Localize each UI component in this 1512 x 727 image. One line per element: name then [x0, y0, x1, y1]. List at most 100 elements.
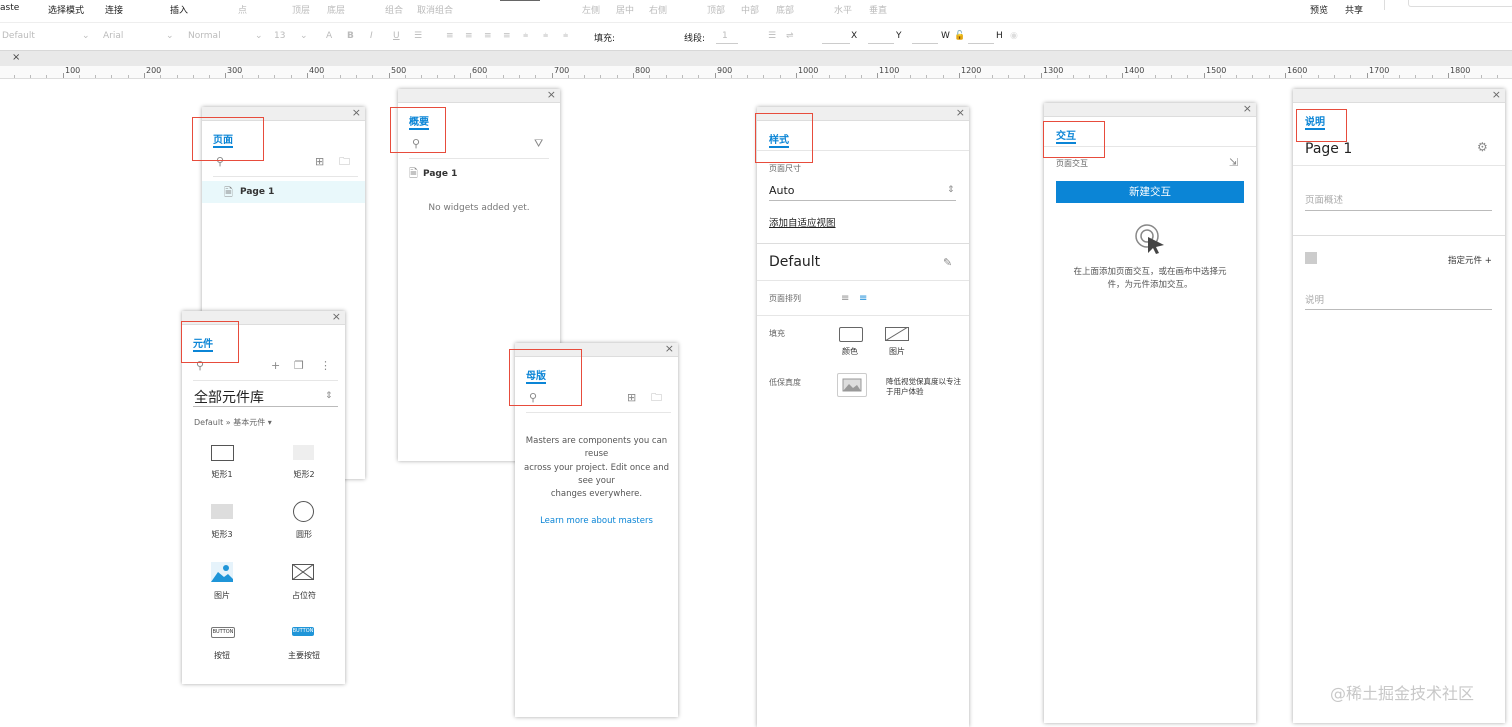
align-center-button[interactable]: 居中 — [616, 3, 634, 16]
style-select[interactable]: Default — [2, 31, 35, 41]
page-size-select[interactable]: Auto — [769, 184, 795, 197]
button-icon[interactable]: BUTTON — [211, 627, 235, 638]
note-color-swatch[interactable] — [1305, 252, 1317, 264]
tab-pages[interactable]: 页面 — [213, 131, 233, 146]
library-select[interactable]: 全部元件库 — [194, 387, 264, 407]
close-tab-icon[interactable]: × — [12, 52, 20, 63]
add-folder-icon[interactable]: 🗀 — [651, 392, 662, 403]
close-icon[interactable]: × — [1492, 88, 1501, 101]
widgets-panel-titlebar[interactable]: × — [182, 310, 345, 325]
stroke-arrow-icon[interactable]: ⇌ — [786, 31, 794, 41]
valign-top-icon[interactable]: ⩧ — [523, 31, 528, 41]
style-select-chevron-icon[interactable]: ⌄ — [82, 31, 90, 41]
assign-widget-button[interactable]: 指定元件 + — [1448, 254, 1492, 266]
edit-style-icon[interactable]: ✎ — [943, 257, 952, 268]
h-input[interactable] — [968, 43, 994, 44]
rectangle1-icon[interactable] — [211, 445, 234, 461]
circle-icon[interactable] — [293, 501, 314, 522]
align-left-icon[interactable]: ≡ — [841, 293, 849, 304]
pages-panel-titlebar[interactable]: × — [202, 106, 365, 121]
add-master-icon[interactable]: ⊞ — [627, 392, 636, 403]
placeholder-icon[interactable] — [291, 563, 315, 581]
close-icon[interactable]: × — [332, 310, 341, 323]
point-button[interactable]: 点 — [238, 3, 247, 16]
italic-icon[interactable]: I — [370, 31, 373, 41]
font-select-chevron-icon[interactable]: ⌄ — [166, 31, 174, 41]
list-icon[interactable]: ☰ — [414, 31, 422, 41]
filter-icon[interactable]: ⛛ — [534, 138, 543, 149]
list-item-page-1[interactable]: 🗎 Page 1 — [202, 181, 365, 203]
group-button[interactable]: 组合 — [385, 3, 403, 16]
font-size-chevron-icon[interactable]: ⌄ — [300, 31, 308, 41]
valign-bottom-icon[interactable]: ⩧ — [563, 31, 568, 41]
notes-field[interactable]: 说明 — [1305, 292, 1324, 306]
add-adaptive-view-link[interactable]: 添加自适应视图 — [769, 215, 836, 229]
valign-middle-icon[interactable]: ⩧ — [543, 31, 548, 41]
insert-button[interactable]: 插入 — [170, 3, 188, 16]
page-summary-field[interactable]: 页面概述 — [1305, 192, 1343, 206]
align-bottom-button[interactable]: 底部 — [776, 3, 794, 16]
rectangle2-icon[interactable] — [293, 445, 314, 460]
font-color-icon[interactable]: A — [326, 31, 332, 41]
text-align-left-icon[interactable]: ≡ — [446, 31, 454, 41]
underline-icon[interactable]: U — [393, 31, 400, 41]
rectangle3-icon[interactable] — [211, 504, 233, 519]
stroke-style-icon[interactable]: ☰ — [768, 31, 776, 41]
tab-widgets[interactable]: 元件 — [193, 335, 213, 350]
style-panel-titlebar[interactable]: × — [757, 106, 969, 121]
library-breadcrumb[interactable]: Default » 基本元件 ▾ — [194, 417, 272, 428]
fill-image-swatch[interactable] — [884, 326, 909, 342]
align-right-button[interactable]: 右侧 — [649, 3, 667, 16]
search-icon[interactable]: ⚲ — [412, 138, 420, 149]
close-icon[interactable]: × — [956, 106, 965, 119]
font-select[interactable]: Arial — [103, 31, 123, 41]
low-fidelity-toggle[interactable] — [837, 373, 867, 397]
more-options-icon[interactable]: ⋮ — [320, 360, 331, 371]
add-page-icon[interactable]: ⊞ — [315, 156, 324, 167]
search-icon[interactable]: ⚲ — [529, 392, 537, 403]
x-input[interactable] — [822, 43, 850, 44]
learn-more-link[interactable]: Learn more about masters — [515, 516, 678, 526]
text-align-right-icon[interactable]: ≡ — [484, 31, 492, 41]
add-folder-icon[interactable]: 🗀 — [339, 156, 350, 167]
align-top-button[interactable]: 顶部 — [707, 3, 725, 16]
bold-icon[interactable]: B — [347, 31, 354, 41]
new-interaction-button[interactable]: 新建交互 — [1056, 181, 1244, 203]
close-icon[interactable]: × — [1243, 102, 1252, 115]
style-name-select[interactable]: Default — [769, 254, 820, 270]
y-input[interactable] — [868, 43, 894, 44]
search-icon[interactable]: ⚲ — [196, 360, 204, 371]
visibility-eye-icon[interactable]: ◉ — [1010, 31, 1018, 41]
w-input[interactable] — [912, 43, 938, 44]
tab-interactions[interactable]: 交互 — [1056, 127, 1076, 142]
tab-notes[interactable]: 说明 — [1305, 113, 1325, 128]
masters-panel-titlebar[interactable]: × — [515, 342, 678, 357]
add-library-icon[interactable]: + — [271, 360, 280, 371]
library-select-chevron-icon[interactable]: ⇕ — [325, 391, 333, 402]
close-icon[interactable]: × — [665, 342, 674, 355]
collapse-icon[interactable]: ⇲ — [1229, 157, 1238, 168]
connect-button[interactable]: 连接 — [105, 3, 123, 16]
send-to-back-button[interactable]: 底层 — [327, 3, 345, 16]
align-middle-button[interactable]: 中部 — [741, 3, 759, 16]
select-mode-button[interactable]: 选择模式 — [48, 3, 84, 16]
primary-button-icon[interactable]: BUTTON — [292, 627, 314, 636]
align-left-button[interactable]: 左侧 — [582, 3, 600, 16]
search-icon[interactable]: ⚲ — [216, 156, 224, 167]
tab-style[interactable]: 样式 — [769, 131, 789, 146]
distribute-vertical-button[interactable]: 垂直 — [869, 3, 887, 16]
tab-masters[interactable]: 母版 — [526, 367, 546, 382]
stroke-width-input[interactable]: 1 — [722, 31, 728, 41]
weight-select[interactable]: Normal — [188, 31, 221, 41]
interactions-panel-titlebar[interactable]: × — [1044, 102, 1256, 117]
page-size-chevron-icon[interactable]: ⇕ — [947, 185, 955, 196]
tab-outline[interactable]: 概要 — [409, 113, 429, 128]
outline-page-name[interactable]: Page 1 — [423, 169, 457, 179]
image-icon[interactable] — [211, 562, 233, 582]
weight-select-chevron-icon[interactable]: ⌄ — [255, 31, 263, 41]
share-button[interactable]: 共享 — [1345, 3, 1363, 16]
ungroup-button[interactable]: 取消组合 — [417, 3, 453, 16]
login-box[interactable] — [1408, 0, 1512, 7]
lock-ratio-icon[interactable]: 🔓 — [954, 31, 965, 41]
library-copy-icon[interactable]: ❐ — [294, 360, 304, 371]
